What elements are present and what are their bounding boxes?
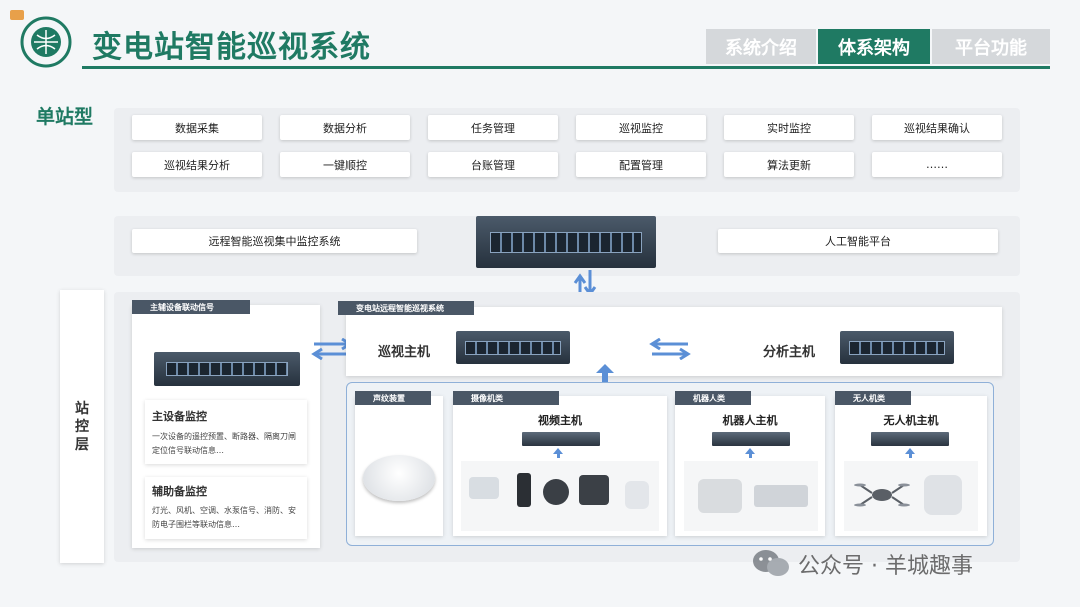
uplink-arrow-stem bbox=[602, 372, 608, 382]
function-realtime-monitoring[interactable]: 实时监控 bbox=[724, 115, 854, 140]
robot-uplink-stem bbox=[749, 453, 752, 458]
sound-device-tag: 声纹装置 bbox=[355, 391, 431, 405]
camera-uplink-stem bbox=[557, 453, 560, 458]
robot-group-tag: 机器人类 bbox=[675, 391, 751, 405]
drone-host-switch-image bbox=[871, 432, 949, 446]
tab-architecture[interactable]: 体系架构 bbox=[818, 29, 930, 64]
main-equipment-desc: 一次设备的遥控预置、断路器、隔离刀闸定位信号联动信息… bbox=[152, 432, 296, 455]
robot-host-label: 机器人主机 bbox=[722, 414, 778, 427]
watermark: 公众号 · 羊城趣事 bbox=[752, 548, 973, 580]
watermark-text: 公众号 · 羊城趣事 bbox=[798, 554, 973, 579]
function-data-analysis[interactable]: 数据分析 bbox=[280, 115, 410, 140]
tab-system-intro[interactable]: 系统介绍 bbox=[706, 29, 816, 64]
station-layer-label: 站控层 bbox=[60, 290, 104, 563]
drone-images bbox=[844, 461, 978, 531]
tab-platform-functions[interactable]: 平台功能 bbox=[932, 29, 1050, 64]
video-host-switch-image bbox=[522, 432, 600, 446]
central-server-image bbox=[476, 216, 656, 268]
video-host-label: 视频主机 bbox=[538, 414, 582, 427]
dome-camera-image bbox=[543, 479, 569, 505]
linkage-tag: 主辅设备联动信号 bbox=[132, 300, 250, 314]
function-one-key-control[interactable]: 一键顺控 bbox=[280, 152, 410, 177]
analysis-host-server-image bbox=[840, 331, 954, 364]
function-task-management[interactable]: 任务管理 bbox=[428, 115, 558, 140]
main-equipment-title: 主设备监控 bbox=[152, 410, 207, 423]
drone-uplink-stem bbox=[909, 453, 912, 458]
wechat-icon bbox=[753, 550, 789, 576]
remote-system-tag: 变电站远程智能巡视系统 bbox=[338, 301, 474, 315]
rail-robot-image bbox=[754, 485, 808, 507]
function-more[interactable]: …… bbox=[872, 152, 1002, 177]
host-exchange-arrow-icon bbox=[649, 338, 691, 360]
function-algorithm-update[interactable]: 算法更新 bbox=[724, 152, 854, 177]
thermal-camera-image bbox=[579, 475, 609, 505]
ptz-camera-image bbox=[469, 477, 499, 499]
aux-equipment-desc: 灯光、风机、空调、水泵信号、消防、安防电子围栏等联动信息… bbox=[152, 506, 296, 529]
central-monitoring-system[interactable]: 远程智能巡视集中监控系统 bbox=[132, 229, 417, 253]
drone-dock-image bbox=[924, 475, 962, 515]
function-result-confirm[interactable]: 巡视结果确认 bbox=[872, 115, 1002, 140]
drone-group-tag: 无人机类 bbox=[835, 391, 911, 405]
function-patrol-monitoring[interactable]: 巡视监控 bbox=[576, 115, 706, 140]
patrol-robot-image bbox=[698, 479, 742, 513]
linkage-server-image bbox=[154, 352, 300, 386]
ai-platform[interactable]: 人工智能平台 bbox=[718, 229, 998, 253]
function-ledger-management[interactable]: 台账管理 bbox=[428, 152, 558, 177]
header-rule bbox=[82, 66, 1050, 69]
bullet-camera-image bbox=[517, 473, 531, 507]
function-data-collection[interactable]: 数据采集 bbox=[132, 115, 262, 140]
camera-group-tag: 摄像机类 bbox=[453, 391, 559, 405]
drone-image bbox=[854, 483, 910, 507]
analysis-host-label: 分析主机 bbox=[763, 345, 816, 360]
state-grid-logo bbox=[10, 10, 72, 68]
robot-images bbox=[684, 461, 818, 531]
robot-host-switch-image bbox=[712, 432, 790, 446]
sound-sensor-image bbox=[363, 455, 435, 501]
camera-images bbox=[461, 461, 659, 531]
function-config-management[interactable]: 配置管理 bbox=[576, 152, 706, 177]
drone-host-label: 无人机主机 bbox=[883, 414, 939, 427]
page-title: 变电站智能巡视系统 bbox=[92, 30, 371, 65]
function-result-analysis[interactable]: 巡视结果分析 bbox=[132, 152, 262, 177]
patrol-host-server-image bbox=[456, 331, 570, 364]
section-subtitle: 单站型 bbox=[36, 106, 94, 128]
patrol-host-label: 巡视主机 bbox=[378, 345, 431, 360]
speed-dome-image bbox=[625, 481, 649, 509]
aux-equipment-title: 辅助备监控 bbox=[152, 485, 207, 498]
